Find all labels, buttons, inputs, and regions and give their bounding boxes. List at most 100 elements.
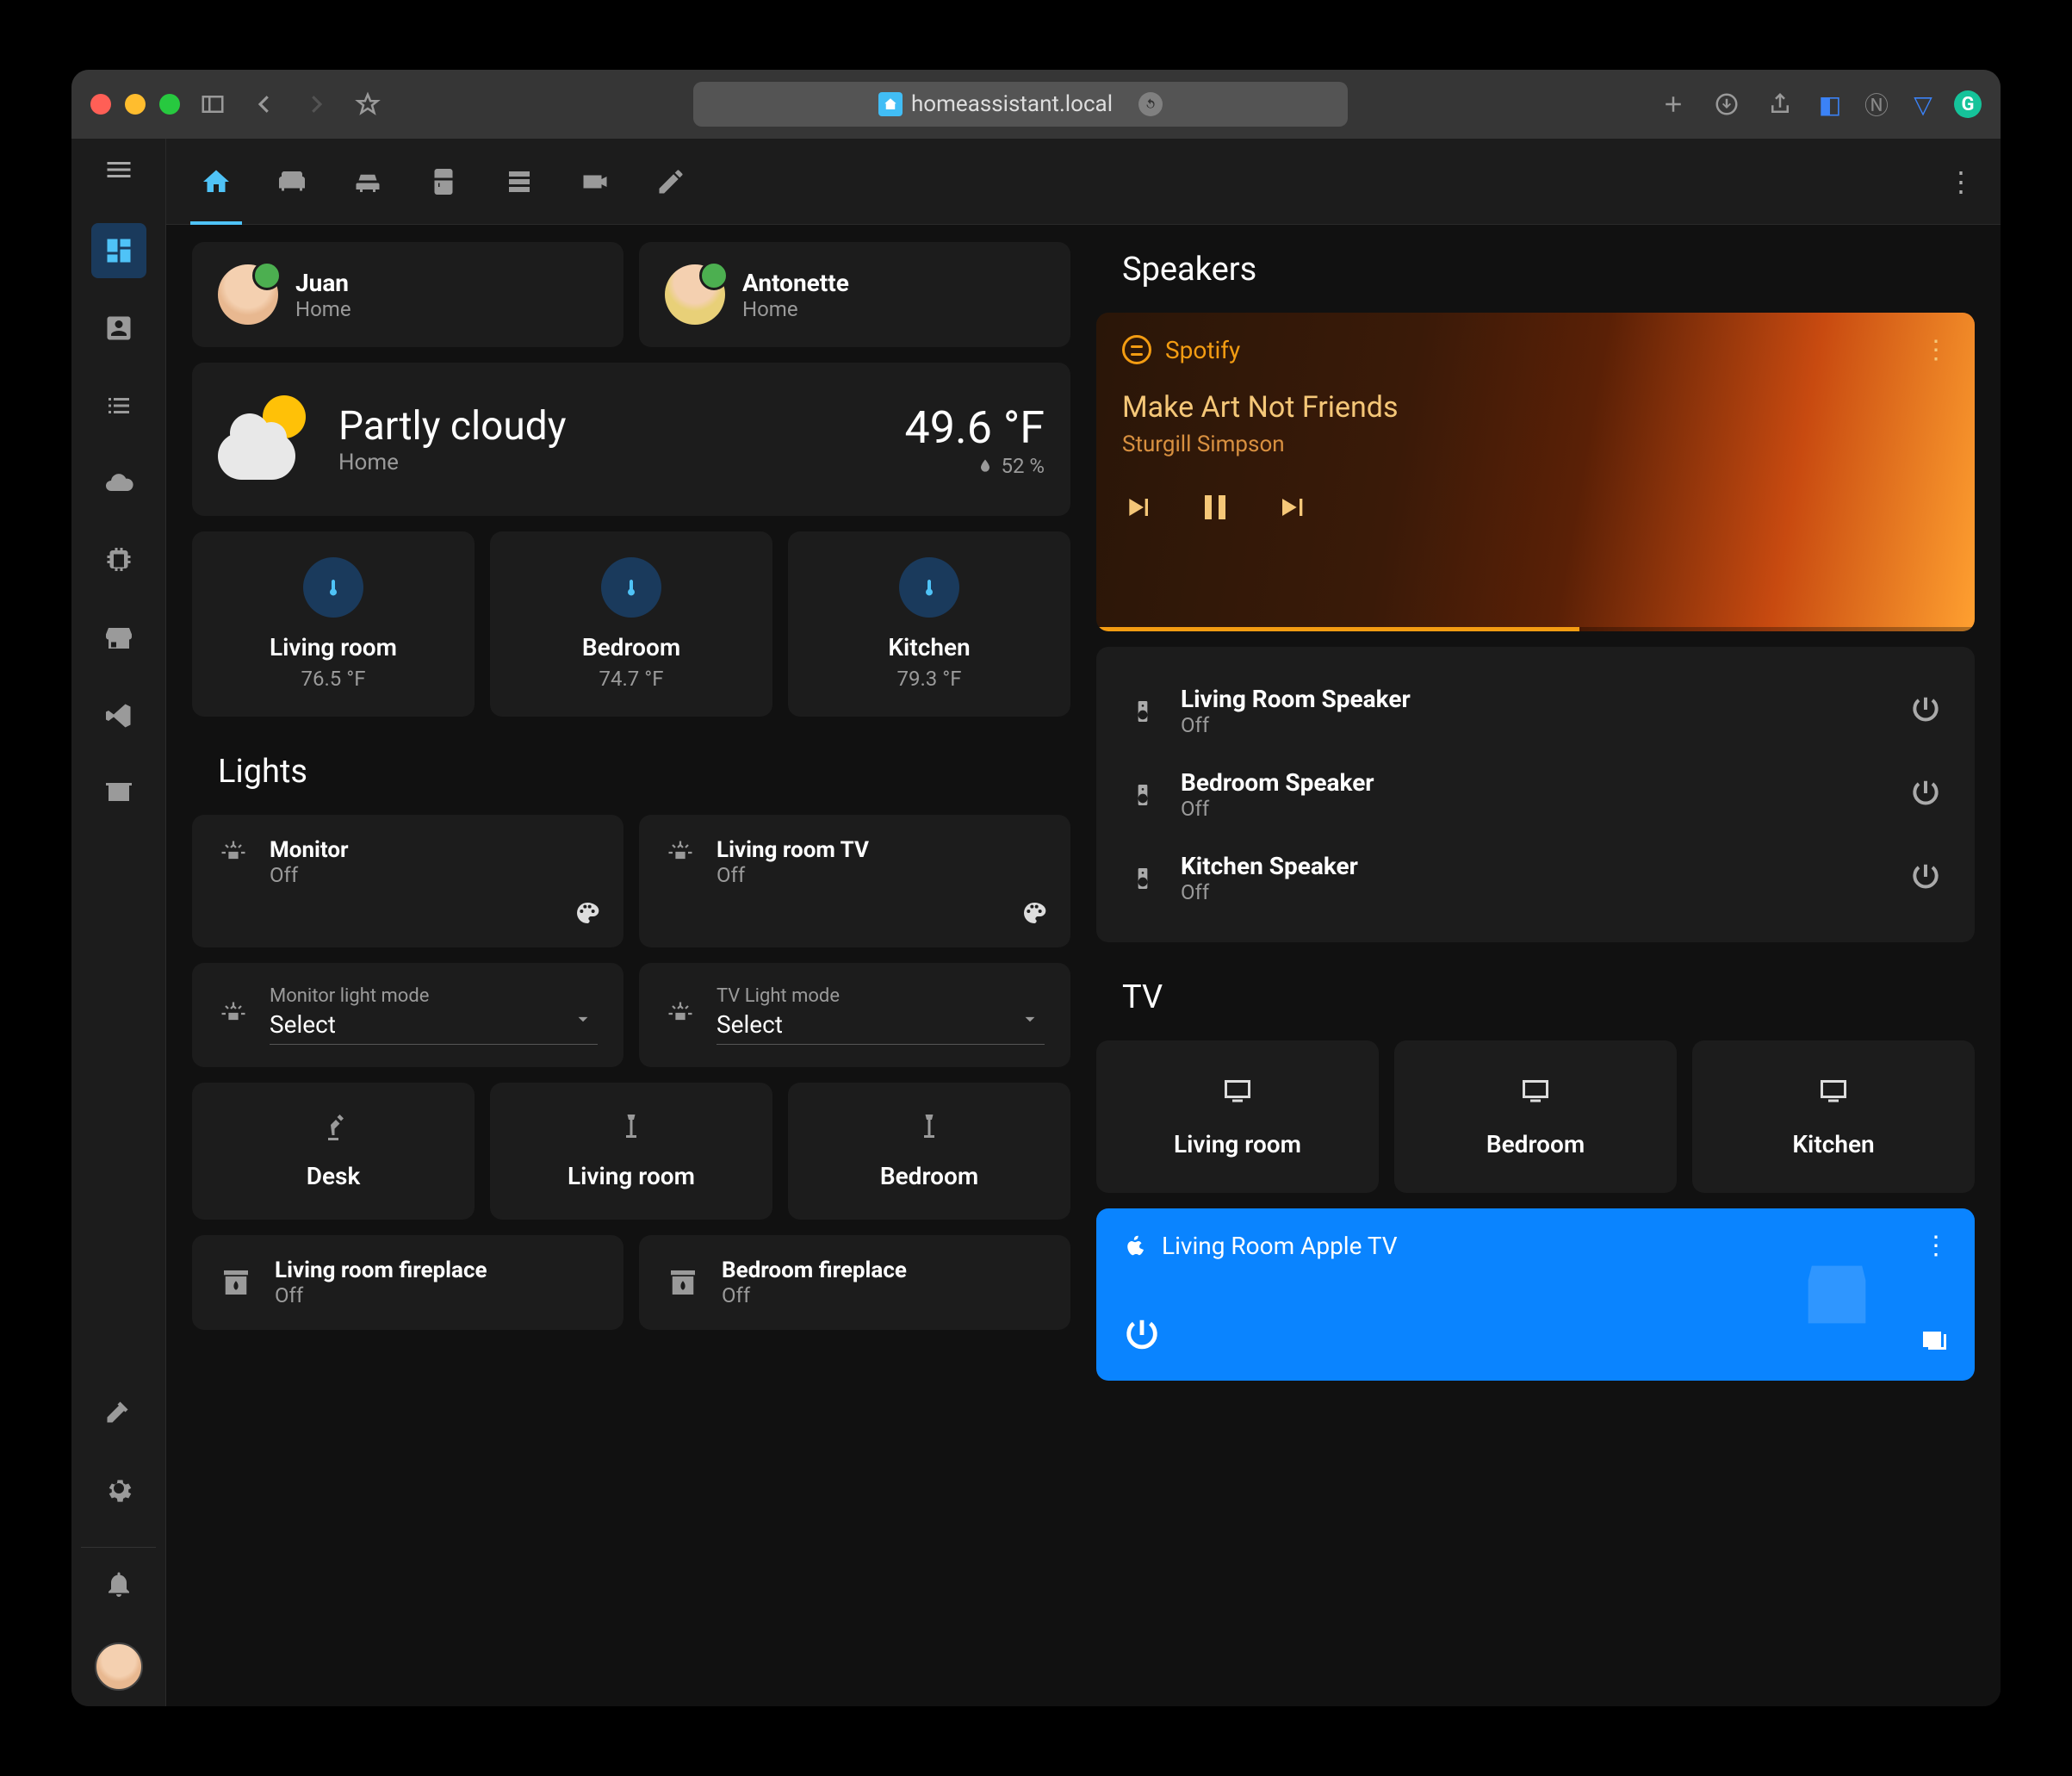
speaker-list: Living Room Speaker Off Bedroom Speaker … (1096, 647, 1975, 942)
close-window-button[interactable] (90, 94, 111, 115)
temp-tile-living-room[interactable]: Living room 76.5 °F (192, 531, 475, 717)
tab-sofa-icon[interactable] (268, 158, 316, 206)
tv-tile-living-room[interactable]: Living room (1096, 1040, 1379, 1193)
sidebar-notifications-icon[interactable] (91, 1556, 146, 1611)
person-name: Antonette (742, 269, 849, 297)
new-tab-button[interactable] (1654, 85, 1692, 123)
sidebar-hacs-icon[interactable] (91, 611, 146, 666)
sidebar-logbook-icon[interactable] (91, 378, 146, 433)
speakers-section-title: Speakers (1096, 242, 1975, 297)
next-track-icon[interactable] (1274, 490, 1308, 525)
sidebar-account-icon[interactable] (91, 301, 146, 356)
light-icon (218, 998, 249, 1033)
apple-icon (1122, 1231, 1148, 1260)
person-state: Home (742, 297, 798, 321)
share-button[interactable] (1761, 85, 1799, 123)
person-state: Home (295, 297, 351, 321)
user-avatar[interactable] (95, 1642, 143, 1691)
tab-edit-icon[interactable] (647, 158, 695, 206)
power-icon[interactable] (1122, 1315, 1162, 1358)
bookmark-icon[interactable] (349, 85, 387, 123)
chevron-down-icon (1019, 1008, 1041, 1034)
overflow-menu-icon[interactable]: ⋮ (1947, 165, 1975, 198)
color-palette-icon[interactable] (1020, 899, 1048, 930)
downloads-button[interactable] (1708, 85, 1746, 123)
select-monitor-mode[interactable]: Monitor light mode Select (192, 963, 623, 1067)
fireplace-bedroom[interactable]: Bedroom fireplace Off (639, 1235, 1070, 1330)
speaker-kitchen[interactable]: Kitchen Speaker Off (1122, 836, 1949, 920)
avatar-antonette (665, 264, 725, 325)
light-icon (665, 837, 696, 872)
weather-humidity: 52 % (1001, 454, 1045, 478)
power-icon[interactable] (1909, 777, 1942, 813)
tab-fridge-icon[interactable] (419, 158, 468, 206)
maximize-window-button[interactable] (159, 94, 180, 115)
light-icon (218, 837, 249, 872)
extension-icon-1[interactable]: ◧ (1815, 89, 1846, 120)
video-library-icon[interactable] (1918, 1324, 1949, 1358)
avatar-juan (218, 264, 278, 325)
weather-icon (218, 392, 313, 487)
media-player-spotify[interactable]: Spotify Make Art Not Friends Sturgill Si… (1096, 313, 1975, 631)
pause-icon[interactable] (1194, 487, 1236, 528)
weather-condition: Partly cloudy (338, 403, 879, 450)
light-card-lr-tv[interactable]: Living room TV Off (639, 815, 1070, 947)
tv-tile-bedroom[interactable]: Bedroom (1394, 1040, 1677, 1193)
minimize-window-button[interactable] (125, 94, 146, 115)
speaker-icon (1129, 696, 1157, 727)
tab-home-icon[interactable] (192, 158, 240, 206)
left-column: Juan Home Antonette Home (192, 242, 1070, 1680)
tab-server-icon[interactable] (495, 158, 543, 206)
back-button[interactable] (245, 85, 283, 123)
extension-icon-notion[interactable]: Ⓝ (1861, 89, 1892, 120)
weather-temperature: 49.6 °F (905, 401, 1045, 454)
light-button-desk[interactable]: Desk (192, 1083, 475, 1220)
toolbar-right: ◧ Ⓝ ▽ G (1654, 85, 1982, 123)
sidebar-overview-icon[interactable] (91, 223, 146, 278)
light-button-bedroom[interactable]: Bedroom (788, 1083, 1070, 1220)
light-card-monitor[interactable]: Monitor Off (192, 815, 623, 947)
tv-icon (1815, 1075, 1852, 1106)
temp-tile-bedroom[interactable]: Bedroom 74.7 °F (490, 531, 772, 717)
tv-tile-kitchen[interactable]: Kitchen (1692, 1040, 1975, 1193)
sidebar-toggle-icon[interactable] (194, 85, 232, 123)
power-icon[interactable] (1909, 860, 1942, 897)
lights-section-title: Lights (192, 732, 1070, 799)
tv-icon (1517, 1075, 1554, 1106)
tab-car-icon[interactable] (344, 158, 392, 206)
media-overflow-icon[interactable]: ⋮ (1923, 1231, 1949, 1261)
media-art-icon (1794, 1251, 1880, 1338)
extension-icon-shield[interactable]: ▽ (1908, 89, 1939, 120)
color-palette-icon[interactable] (574, 899, 601, 930)
speaker-bedroom[interactable]: Bedroom Speaker Off (1122, 753, 1949, 836)
select-tv-mode[interactable]: TV Light mode Select (639, 963, 1070, 1067)
prev-track-icon[interactable] (1122, 490, 1157, 525)
menu-toggle-icon[interactable] (103, 154, 134, 189)
speaker-icon (1129, 779, 1157, 810)
address-bar[interactable]: homeassistant.local (693, 82, 1348, 127)
tab-camera-icon[interactable] (571, 158, 619, 206)
speaker-living-room[interactable]: Living Room Speaker Off (1122, 669, 1949, 753)
thermometer-icon (601, 557, 661, 618)
sidebar-devtools-icon[interactable] (91, 1383, 146, 1438)
progress-bar[interactable] (1096, 627, 1975, 631)
temp-tile-kitchen[interactable]: Kitchen 79.3 °F (788, 531, 1070, 717)
media-player-apple-tv[interactable]: Living Room Apple TV ⋮ (1096, 1208, 1975, 1381)
weather-card[interactable]: Partly cloudy Home 49.6 °F 52 % (192, 363, 1070, 516)
media-title: Make Art Not Friends (1096, 387, 1975, 428)
reload-icon[interactable] (1138, 92, 1163, 116)
power-icon[interactable] (1909, 693, 1942, 730)
sidebar-addons-icon[interactable] (91, 533, 146, 588)
view-tabs: ⋮ (166, 139, 2001, 225)
person-card-antonette[interactable]: Antonette Home (639, 242, 1070, 347)
sidebar-cloud-icon[interactable] (91, 456, 146, 511)
sidebar-vscode-icon[interactable] (91, 688, 146, 743)
sidebar-settings-icon[interactable] (91, 1461, 146, 1516)
person-card-juan[interactable]: Juan Home (192, 242, 623, 347)
fireplace-living-room[interactable]: Living room fireplace Off (192, 1235, 623, 1330)
extension-icon-grammarly[interactable]: G (1954, 90, 1982, 118)
media-overflow-icon[interactable]: ⋮ (1923, 335, 1949, 365)
thermometer-icon (303, 557, 363, 618)
light-button-living-room[interactable]: Living room (490, 1083, 772, 1220)
sidebar-media-icon[interactable] (91, 766, 146, 821)
